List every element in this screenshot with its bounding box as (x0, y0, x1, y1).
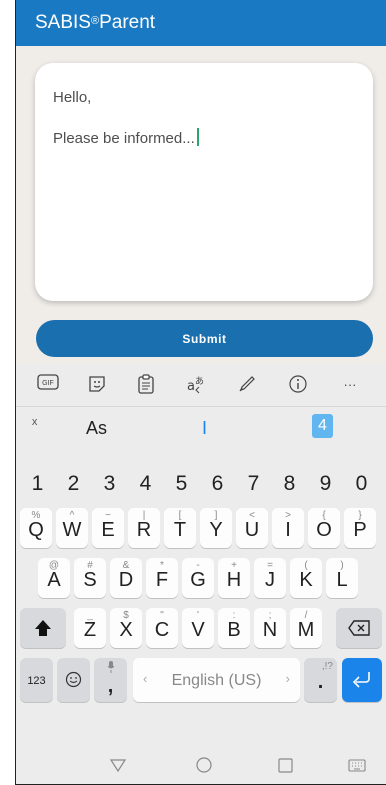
key-f[interactable]: * F (146, 558, 178, 598)
key-8[interactable]: 8 (273, 468, 306, 500)
keyboard-switch-icon[interactable] (348, 756, 366, 779)
sticker-icon[interactable] (85, 374, 109, 396)
key-z[interactable]: _ Z (74, 608, 106, 648)
registered-mark: ® (90, 15, 100, 27)
shift-arrow-icon (35, 620, 51, 636)
navigation-bar (16, 750, 386, 784)
collapse-suggestions-icon[interactable]: ˣ (32, 416, 37, 434)
language-right-icon: › (285, 671, 290, 686)
key-i[interactable]: > I (272, 508, 304, 548)
home-icon[interactable] (196, 756, 212, 779)
key-s[interactable]: # S (74, 558, 106, 598)
backspace-icon (348, 620, 370, 636)
compose-area: Hello, Please be informed... Submit (16, 46, 386, 364)
suggestion-second[interactable]: I (202, 418, 207, 439)
microphone-icon (107, 661, 115, 673)
back-icon[interactable] (109, 756, 127, 779)
backspace-key[interactable] (336, 608, 382, 648)
svg-text:あ: あ (195, 376, 204, 387)
message-line-body: Please be informed... (53, 128, 355, 147)
key-2[interactable]: 2 (57, 468, 90, 500)
key-q[interactable]: % Q (20, 508, 52, 548)
phone-screen: SABIS ® Parent Hello, Please be informed.… (15, 0, 386, 785)
key-9[interactable]: 9 (309, 468, 342, 500)
key-v[interactable]: ' V (182, 608, 214, 648)
key-a[interactable]: @ A (38, 558, 70, 598)
enter-key[interactable] (342, 658, 382, 702)
keyboard-toolbar: GIF aあ ··· (16, 364, 386, 407)
key-0[interactable]: 0 (345, 468, 378, 500)
enter-icon (352, 672, 370, 688)
info-icon[interactable] (286, 374, 310, 396)
suggestion-first[interactable]: As (86, 418, 107, 439)
letter-row-a: @ A # S & D * F -G + H = J (K ) L (16, 558, 386, 598)
bottom-row: 123 , ‹ English (US) › ,!?. (16, 658, 386, 702)
key-u[interactable]: < U (236, 508, 268, 548)
text-cursor (196, 128, 199, 146)
key-n[interactable]: ; N (254, 608, 286, 648)
gif-icon[interactable]: GIF (36, 374, 60, 396)
message-input[interactable]: Hello, Please be informed... (35, 63, 373, 301)
emoji-icon (65, 671, 82, 688)
key-3[interactable]: 3 (93, 468, 126, 500)
key-r[interactable]: | R (128, 508, 160, 548)
comma-key[interactable]: , (94, 658, 127, 702)
key-6[interactable]: 6 (201, 468, 234, 500)
app-title: SABIS (35, 12, 91, 33)
key-7[interactable]: 7 (237, 468, 270, 500)
shift-key[interactable] (20, 608, 66, 648)
letter-row-q: % Q ^ W ~ E | R [T ] Y < U > I {O } P (16, 508, 386, 548)
key-h[interactable]: + H (218, 558, 250, 598)
keyboard: GIF aあ ··· ˣ As I 4 1 2 3 4 5 6 7 8 9 0 … (16, 364, 386, 784)
letter-row-z: _ Z $ X " C ' V :B ; N / M (16, 608, 386, 648)
key-o[interactable]: {O (308, 508, 340, 548)
key-4[interactable]: 4 (129, 468, 162, 500)
message-line-greeting: Hello, (53, 89, 92, 106)
key-g[interactable]: -G (182, 558, 214, 598)
period-key[interactable]: ,!?. (304, 658, 337, 702)
key-p[interactable]: } P (344, 508, 376, 548)
numbers-key[interactable]: 123 (20, 658, 53, 702)
key-c[interactable]: " C (146, 608, 178, 648)
key-d[interactable]: & D (110, 558, 142, 598)
key-w[interactable]: ^ W (56, 508, 88, 548)
clipboard-icon[interactable] (134, 374, 158, 396)
key-l[interactable]: ) L (326, 558, 358, 598)
more-icon[interactable]: ··· (338, 374, 362, 396)
number-row: 1 2 3 4 5 6 7 8 9 0 (16, 468, 386, 508)
key-b[interactable]: :B (218, 608, 250, 648)
suggestion-strip: ˣ As I 4 (16, 406, 386, 450)
key-k[interactable]: (K (290, 558, 322, 598)
key-t[interactable]: [T (164, 508, 196, 548)
app-header: SABIS ® Parent (16, 0, 386, 46)
emoji-key[interactable] (57, 658, 90, 702)
key-1[interactable]: 1 (21, 468, 54, 500)
svg-text:GIF: GIF (42, 380, 54, 387)
handwriting-icon[interactable] (235, 374, 259, 396)
svg-text:a: a (187, 379, 195, 394)
key-e[interactable]: ~ E (92, 508, 124, 548)
app-title-suffix: Parent (99, 12, 156, 33)
space-key[interactable]: ‹ English (US) › (133, 658, 300, 702)
key-j[interactable]: = J (254, 558, 286, 598)
key-y[interactable]: ] Y (200, 508, 232, 548)
suggestion-emoji[interactable]: 4 (312, 414, 333, 438)
submit-button[interactable]: Submit (36, 320, 373, 357)
key-5[interactable]: 5 (165, 468, 198, 500)
key-m[interactable]: / M (290, 608, 322, 648)
recents-icon[interactable] (278, 756, 293, 779)
key-x[interactable]: $ X (110, 608, 142, 648)
translate-icon[interactable]: aあ (184, 374, 208, 396)
